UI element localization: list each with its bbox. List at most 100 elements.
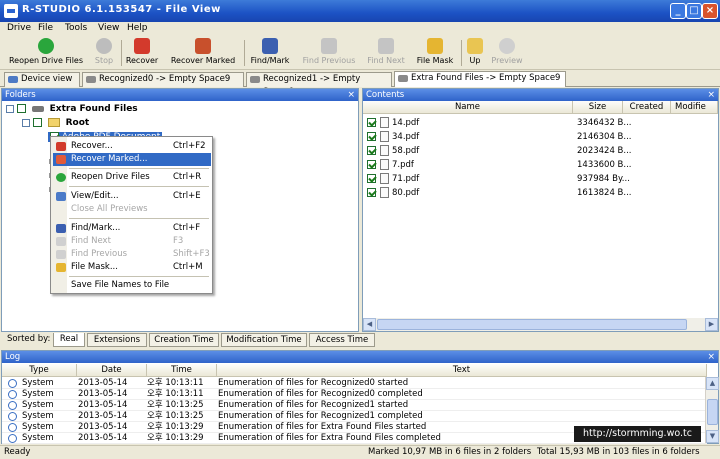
menu-separator bbox=[69, 218, 209, 219]
reopen-icon bbox=[56, 173, 66, 182]
tree-checkbox[interactable] bbox=[16, 104, 26, 113]
file-row[interactable]: 7.pdf 1433600 B... bbox=[367, 158, 632, 172]
menu-item-save-file-names[interactable]: Save File Names to File bbox=[53, 279, 211, 292]
menu-separator bbox=[69, 186, 209, 187]
status-marked: Marked 10,97 MB in 6 files in 2 folders bbox=[368, 447, 532, 457]
close-button[interactable]: × bbox=[702, 3, 718, 19]
recover-marked-button[interactable]: Recover Marked bbox=[168, 38, 238, 68]
recover-marked-icon bbox=[56, 155, 66, 164]
tree-checkbox[interactable] bbox=[32, 118, 42, 127]
folders-pane-close-button[interactable]: × bbox=[347, 89, 355, 101]
file-row[interactable]: 34.pdf 2146304 B... bbox=[367, 130, 632, 144]
find-mark-button[interactable]: Find/Mark bbox=[248, 38, 292, 68]
drive-icon bbox=[31, 105, 44, 112]
pdf-file-icon bbox=[380, 117, 389, 128]
scroll-up-button[interactable]: ▲ bbox=[706, 377, 719, 390]
menu-drive[interactable]: Drive bbox=[7, 23, 31, 33]
preview-button[interactable]: Preview bbox=[490, 38, 524, 68]
scroll-right-button[interactable]: ▶ bbox=[705, 318, 718, 331]
log-vertical-scrollbar[interactable]: ▲ ▼ bbox=[705, 377, 719, 443]
file-checkbox[interactable] bbox=[367, 132, 376, 141]
tree-item-extra-found-files[interactable]: Extra Found Files bbox=[6, 104, 138, 114]
file-mask-button[interactable]: File Mask bbox=[413, 38, 457, 68]
tree-item-root[interactable]: Root bbox=[22, 118, 89, 128]
toolbar-separator bbox=[121, 40, 122, 66]
sort-tab-creation-time[interactable]: Creation Time bbox=[149, 333, 219, 347]
menu-view[interactable]: View bbox=[98, 23, 119, 33]
scroll-thumb[interactable] bbox=[377, 319, 687, 330]
log-pane-close-button[interactable]: × bbox=[707, 351, 715, 363]
log-column-text[interactable]: Text bbox=[217, 364, 707, 377]
recover-button[interactable]: Recover bbox=[124, 38, 160, 68]
reopen-icon bbox=[38, 38, 54, 54]
sort-tab-extensions[interactable]: Extensions bbox=[87, 333, 147, 347]
file-checkbox[interactable] bbox=[367, 174, 376, 183]
menu-item-close-all-previews[interactable]: Close All Previews bbox=[53, 203, 211, 216]
menu-item-view-edit[interactable]: View/Edit... Ctrl+E bbox=[53, 190, 211, 203]
file-row[interactable]: 80.pdf 1613824 B... bbox=[367, 186, 632, 200]
tab-recognized0[interactable]: Recognized0 -> Empty Space9 bbox=[82, 72, 244, 87]
stop-button[interactable]: Stop bbox=[90, 38, 118, 68]
column-created[interactable]: Created bbox=[623, 101, 671, 114]
menu-item-find-mark[interactable]: Find/Mark... Ctrl+F bbox=[53, 222, 211, 235]
menu-item-file-mask[interactable]: File Mask... Ctrl+M bbox=[53, 261, 211, 274]
info-icon bbox=[8, 412, 17, 421]
scroll-down-button[interactable]: ▼ bbox=[706, 430, 719, 443]
binoculars-icon bbox=[262, 38, 278, 54]
menu-separator bbox=[69, 276, 209, 277]
file-row[interactable]: 14.pdf 3346432 B... bbox=[367, 116, 632, 130]
file-row[interactable]: 71.pdf 937984 By... bbox=[367, 172, 630, 186]
status-ready: Ready bbox=[4, 447, 31, 457]
maximize-button[interactable]: □ bbox=[686, 3, 702, 19]
recover-icon bbox=[134, 38, 150, 54]
contents-pane-close-button[interactable]: × bbox=[707, 89, 715, 101]
log-column-time[interactable]: Time bbox=[147, 364, 217, 377]
tab-device-view[interactable]: Device view bbox=[4, 72, 80, 87]
sort-tab-modification-time[interactable]: Modification Time bbox=[221, 333, 307, 347]
file-checkbox[interactable] bbox=[367, 188, 376, 197]
file-checkbox[interactable] bbox=[367, 146, 376, 155]
find-previous-button[interactable]: Find Previous bbox=[300, 38, 358, 68]
tab-recognized1[interactable]: Recognized1 -> Empty Space9 bbox=[246, 72, 392, 97]
sort-tab-real[interactable]: Real bbox=[53, 333, 85, 347]
title-bar: R-STUDIO 6.1.153547 - File View _ □ × bbox=[0, 0, 720, 22]
menu-tools[interactable]: Tools bbox=[65, 23, 87, 33]
menu-item-recover-marked[interactable]: Recover Marked... bbox=[53, 153, 211, 166]
view-edit-icon bbox=[56, 192, 66, 201]
minimize-button[interactable]: _ bbox=[670, 3, 686, 19]
file-checkbox[interactable] bbox=[367, 118, 376, 127]
menu-file[interactable]: File bbox=[38, 23, 53, 33]
collapse-toggle[interactable] bbox=[22, 118, 30, 127]
column-modified[interactable]: Modifie bbox=[671, 101, 718, 114]
column-size[interactable]: Size bbox=[573, 101, 623, 114]
reopen-drive-files-button[interactable]: Reopen Drive Files bbox=[4, 38, 88, 68]
menu-separator bbox=[69, 168, 209, 169]
menu-item-recover[interactable]: Recover... Ctrl+F2 bbox=[53, 140, 211, 153]
file-mask-icon bbox=[56, 263, 66, 272]
file-row[interactable]: 58.pdf 2023424 B... bbox=[367, 144, 632, 158]
column-name[interactable]: Name bbox=[363, 101, 573, 114]
collapse-toggle[interactable] bbox=[6, 104, 14, 113]
sort-tabs: Sorted by: Real Extensions Creation Time… bbox=[0, 333, 380, 347]
find-next-button[interactable]: Find Next bbox=[364, 38, 408, 68]
binoculars-icon bbox=[378, 38, 394, 54]
folder-icon bbox=[47, 118, 60, 127]
menu-item-find-next[interactable]: Find Next F3 bbox=[53, 235, 211, 248]
log-column-date[interactable]: Date bbox=[77, 364, 147, 377]
menu-help[interactable]: Help bbox=[127, 23, 148, 33]
menu-item-find-previous[interactable]: Find Previous Shift+F3 bbox=[53, 248, 211, 261]
log-column-type[interactable]: Type bbox=[2, 364, 77, 377]
sort-tab-access-time[interactable]: Access Time bbox=[309, 333, 375, 347]
pdf-file-icon bbox=[380, 187, 389, 198]
pdf-file-icon bbox=[380, 131, 389, 142]
scroll-left-button[interactable]: ◀ bbox=[363, 318, 376, 331]
tab-extra-found-files[interactable]: Extra Found Files -> Empty Space9 bbox=[394, 71, 566, 87]
file-mask-icon bbox=[427, 38, 443, 54]
menu-item-reopen-drive-files[interactable]: Reopen Drive Files Ctrl+R bbox=[53, 171, 211, 184]
scroll-thumb[interactable] bbox=[707, 399, 718, 425]
horizontal-scrollbar[interactable]: ◀ ▶ bbox=[363, 318, 718, 331]
file-checkbox[interactable] bbox=[367, 160, 376, 169]
up-button[interactable]: Up bbox=[464, 38, 486, 68]
find-next-icon bbox=[56, 237, 66, 246]
recover-marked-icon bbox=[195, 38, 211, 54]
